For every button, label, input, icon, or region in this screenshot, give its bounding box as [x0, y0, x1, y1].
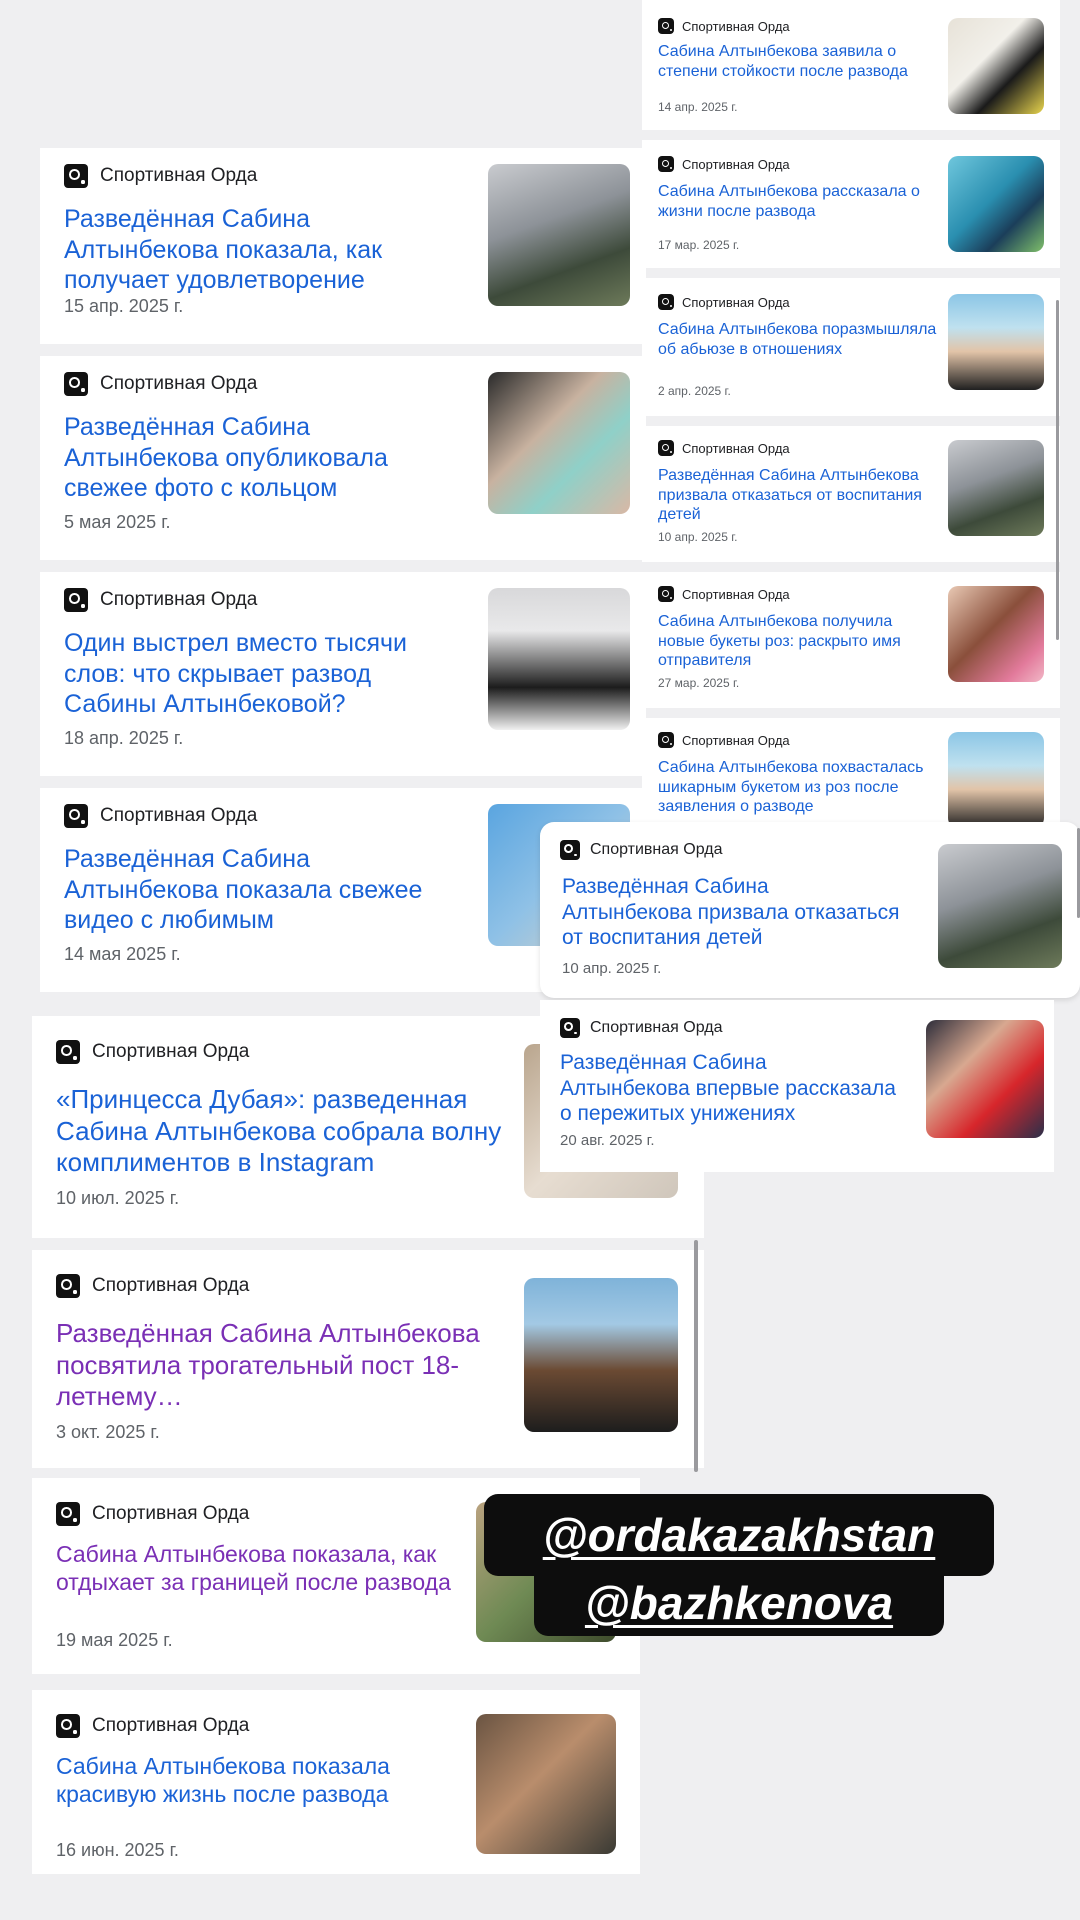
orda-logo-icon — [658, 586, 674, 602]
orda-logo-icon — [56, 1714, 80, 1738]
mention-tag-bazhkenova[interactable]: @bazhkenova — [534, 1570, 944, 1636]
news-date: 2 апр. 2025 г. — [658, 384, 731, 398]
source-label: Спортивная Орда — [658, 440, 790, 456]
orda-logo-icon — [658, 18, 674, 34]
news-thumbnail[interactable] — [488, 372, 630, 514]
orda-logo-icon — [64, 164, 88, 188]
news-title[interactable]: Сабина Алтынбекова заявила о степени сто… — [658, 42, 938, 81]
orda-logo-icon — [64, 804, 88, 828]
source-label: Спортивная Орда — [658, 586, 790, 602]
news-title[interactable]: Разведённая Сабина Алтынбекова призвала … — [562, 874, 902, 951]
news-title[interactable]: Сабина Алтынбекова получила новые букеты… — [658, 612, 938, 671]
mention-tag-orda[interactable]: @ordakazakhstan — [484, 1494, 994, 1576]
overlay-news-card-2[interactable]: Спортивная Орда Разведённая Сабина Алтын… — [540, 1000, 1054, 1172]
news-date: 18 апр. 2025 г. — [64, 728, 184, 748]
orda-logo-icon — [560, 840, 580, 860]
source-label: Спортивная Орда — [658, 18, 790, 34]
news-title[interactable]: Один выстрел вместо тысячи слов: что скр… — [64, 628, 464, 720]
source-label: Спортивная Орда — [560, 840, 722, 860]
news-date: 5 мая 2025 г. — [64, 512, 171, 532]
source-label: Спортивная Орда — [64, 164, 257, 188]
small-news-card-4[interactable]: Спортивная Орда Разведённая Сабина Алтын… — [642, 426, 1060, 562]
news-title[interactable]: Разведённая Сабина Алтынбекова показала … — [64, 844, 464, 936]
orda-logo-icon — [658, 440, 674, 456]
small-news-card-3[interactable]: Спортивная Орда Сабина Алтынбекова пораз… — [642, 278, 1060, 416]
news-title[interactable]: Сабина Алтынбекова показала красивую жиз… — [56, 1752, 456, 1808]
news-date: 10 апр. 2025 г. — [562, 960, 662, 977]
news-thumbnail[interactable] — [488, 164, 630, 306]
news-date: 15 апр. 2025 г. — [64, 296, 184, 316]
news-thumbnail[interactable] — [948, 156, 1044, 252]
news-thumbnail[interactable] — [524, 1278, 678, 1432]
news-date: 19 мая 2025 г. — [56, 1630, 173, 1650]
source-label: Спортивная Орда — [56, 1502, 249, 1526]
news-title[interactable]: Разведённая Сабина Алтынбекова посвятила… — [56, 1318, 516, 1413]
source-label: Спортивная Орда — [658, 156, 790, 172]
news-date: 27 мар. 2025 г. — [658, 676, 740, 690]
small-news-card-1[interactable]: Спортивная Орда Сабина Алтынбекова заяви… — [642, 0, 1060, 130]
small-news-card-2[interactable]: Спортивная Орда Сабина Алтынбекова расск… — [642, 140, 1060, 268]
news-card-2[interactable]: Спортивная Орда Разведённая Сабина Алтын… — [40, 356, 646, 560]
news-date: 20 авг. 2025 г. — [560, 1132, 655, 1149]
news-card-1[interactable]: Спортивная Орда Разведённая Сабина Алтын… — [40, 148, 646, 344]
news-title[interactable]: Сабина Алтынбекова рассказала о жизни по… — [658, 182, 938, 221]
source-label: Спортивная Орда — [64, 804, 257, 828]
orda-logo-icon — [56, 1040, 80, 1064]
orda-logo-icon — [658, 732, 674, 748]
news-card-6[interactable]: Спортивная Орда Разведённая Сабина Алтын… — [32, 1250, 704, 1468]
news-thumbnail[interactable] — [938, 844, 1062, 968]
orda-logo-icon — [56, 1274, 80, 1298]
source-label: Спортивная Орда — [658, 294, 790, 310]
news-thumbnail[interactable] — [948, 18, 1044, 114]
source-label: Спортивная Орда — [64, 588, 257, 612]
news-date: 14 апр. 2025 г. — [658, 100, 738, 114]
news-date: 10 июл. 2025 г. — [56, 1188, 180, 1208]
news-thumbnail[interactable] — [948, 586, 1044, 682]
news-thumbnail[interactable] — [926, 1020, 1044, 1138]
source-label: Спортивная Орда — [658, 732, 790, 748]
news-title[interactable]: Разведённая Сабина Алтынбекова призвала … — [658, 466, 938, 525]
news-title[interactable]: Разведённая Сабина Алтынбекова опубликов… — [64, 412, 464, 504]
news-thumbnail[interactable] — [948, 294, 1044, 390]
news-title[interactable]: Сабина Алтынбекова похвасталась шикарным… — [658, 758, 938, 817]
source-label: Спортивная Орда — [560, 1018, 722, 1038]
news-thumbnail[interactable] — [948, 440, 1044, 536]
source-label: Спортивная Орда — [56, 1274, 249, 1298]
orda-logo-icon — [560, 1018, 580, 1038]
news-date: 10 апр. 2025 г. — [658, 530, 738, 544]
news-thumbnail[interactable] — [488, 588, 630, 730]
news-thumbnail[interactable] — [476, 1714, 616, 1854]
orda-logo-icon — [64, 372, 88, 396]
news-title[interactable]: Сабина Алтынбекова поразмышляла об абьюз… — [658, 320, 938, 359]
small-news-card-6[interactable]: Спортивная Орда Сабина Алтынбекова похва… — [642, 718, 1060, 828]
orda-logo-icon — [64, 588, 88, 612]
news-title[interactable]: «Принцесса Дубая»: разведенная Сабина Ал… — [56, 1084, 516, 1179]
scrollbar[interactable] — [694, 1240, 698, 1472]
news-title[interactable]: Разведённая Сабина Алтынбекова впервые р… — [560, 1050, 900, 1127]
source-label: Спортивная Орда — [56, 1714, 249, 1738]
orda-logo-icon — [658, 156, 674, 172]
news-date: 3 окт. 2025 г. — [56, 1422, 160, 1442]
news-date: 16 июн. 2025 г. — [56, 1840, 179, 1860]
scrollbar[interactable] — [1056, 300, 1059, 640]
small-news-card-5[interactable]: Спортивная Орда Сабина Алтынбекова получ… — [642, 572, 1060, 708]
news-date: 17 мар. 2025 г. — [658, 238, 740, 252]
orda-logo-icon — [658, 294, 674, 310]
news-card-3[interactable]: Спортивная Орда Один выстрел вместо тыся… — [40, 572, 646, 776]
orda-logo-icon — [56, 1502, 80, 1526]
news-date: 14 мая 2025 г. — [64, 944, 181, 964]
overlay-news-card-1[interactable]: Спортивная Орда Разведённая Сабина Алтын… — [540, 822, 1080, 998]
news-title[interactable]: Сабина Алтынбекова показала, как отдыхае… — [56, 1540, 456, 1596]
news-title[interactable]: Разведённая Сабина Алтынбекова показала,… — [64, 204, 464, 296]
source-label: Спортивная Орда — [56, 1040, 249, 1064]
news-thumbnail[interactable] — [948, 732, 1044, 828]
source-label: Спортивная Орда — [64, 372, 257, 396]
news-card-8[interactable]: Спортивная Орда Сабина Алтынбекова показ… — [32, 1690, 640, 1874]
